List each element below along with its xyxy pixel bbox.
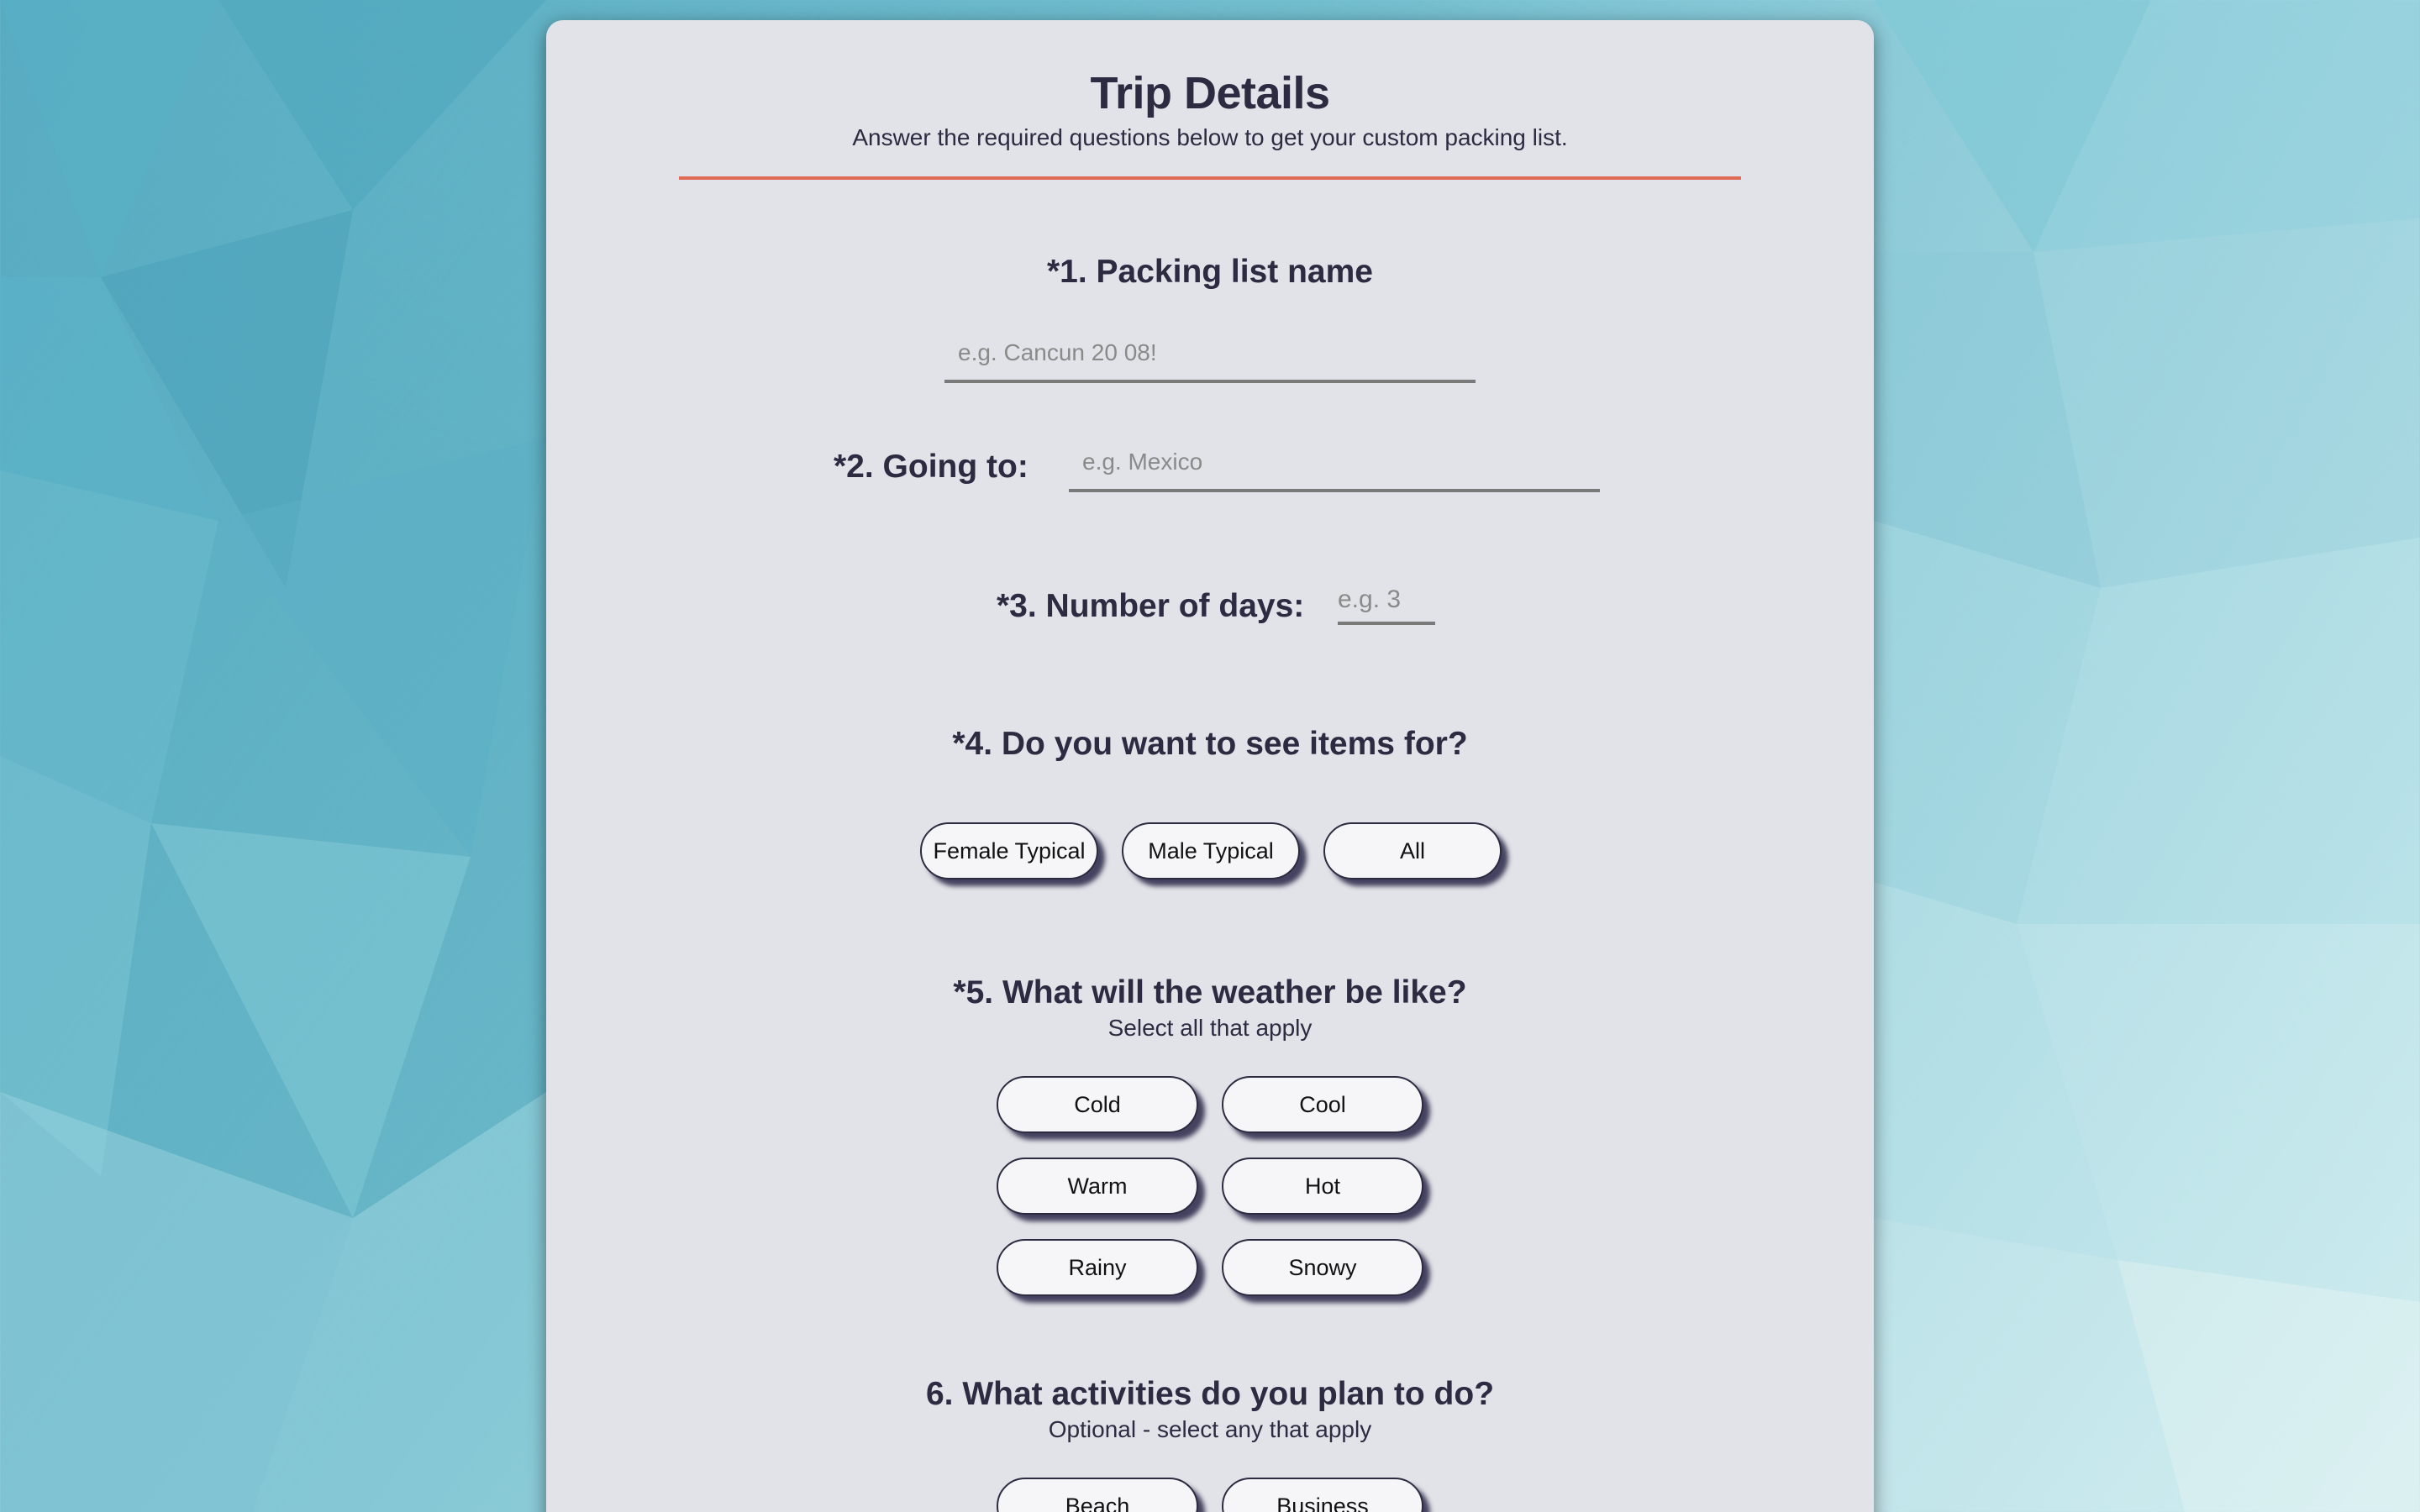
question-6-hint: Optional - select any that apply	[1048, 1416, 1372, 1442]
all-button[interactable]: All	[1323, 822, 1502, 879]
question-5-hint: Select all that apply	[1107, 1015, 1313, 1041]
question-3-label: *3. Number of days:	[997, 588, 1305, 624]
activity-business-button[interactable]: Business	[1222, 1478, 1423, 1512]
question-1-label: *1. Packing list name	[1046, 254, 1373, 290]
weather-cool-button[interactable]: Cool	[1222, 1076, 1423, 1133]
going-to-input[interactable]	[1069, 445, 1600, 492]
weather-hot-button[interactable]: Hot	[1222, 1158, 1423, 1215]
weather-snowy-button[interactable]: Snowy	[1222, 1239, 1423, 1296]
question-6-label: 6. What activities do you plan to do?	[925, 1376, 1495, 1412]
question-2-label: *2. Going to:	[834, 449, 1028, 485]
header-divider	[679, 176, 1741, 180]
question-5-label: *5. What will the weather be like?	[953, 974, 1467, 1011]
page-subtitle: Answer the required questions below to g…	[852, 124, 1568, 150]
weather-warm-button[interactable]: Warm	[997, 1158, 1198, 1215]
activity-beach-button[interactable]: Beach	[997, 1478, 1198, 1512]
packing-list-name-input[interactable]	[944, 336, 1476, 383]
female-typical-button[interactable]: Female Typical	[920, 822, 1098, 879]
question-4-label: *4. Do you want to see items for?	[952, 726, 1468, 762]
male-typical-button[interactable]: Male Typical	[1122, 822, 1300, 879]
weather-rainy-button[interactable]: Rainy	[997, 1239, 1198, 1296]
page-title: Trip Details	[1090, 68, 1330, 118]
number-of-days-input[interactable]	[1338, 588, 1435, 625]
weather-cold-button[interactable]: Cold	[997, 1076, 1198, 1133]
trip-details-card: Trip Details Answer the required questio…	[546, 20, 1874, 1512]
